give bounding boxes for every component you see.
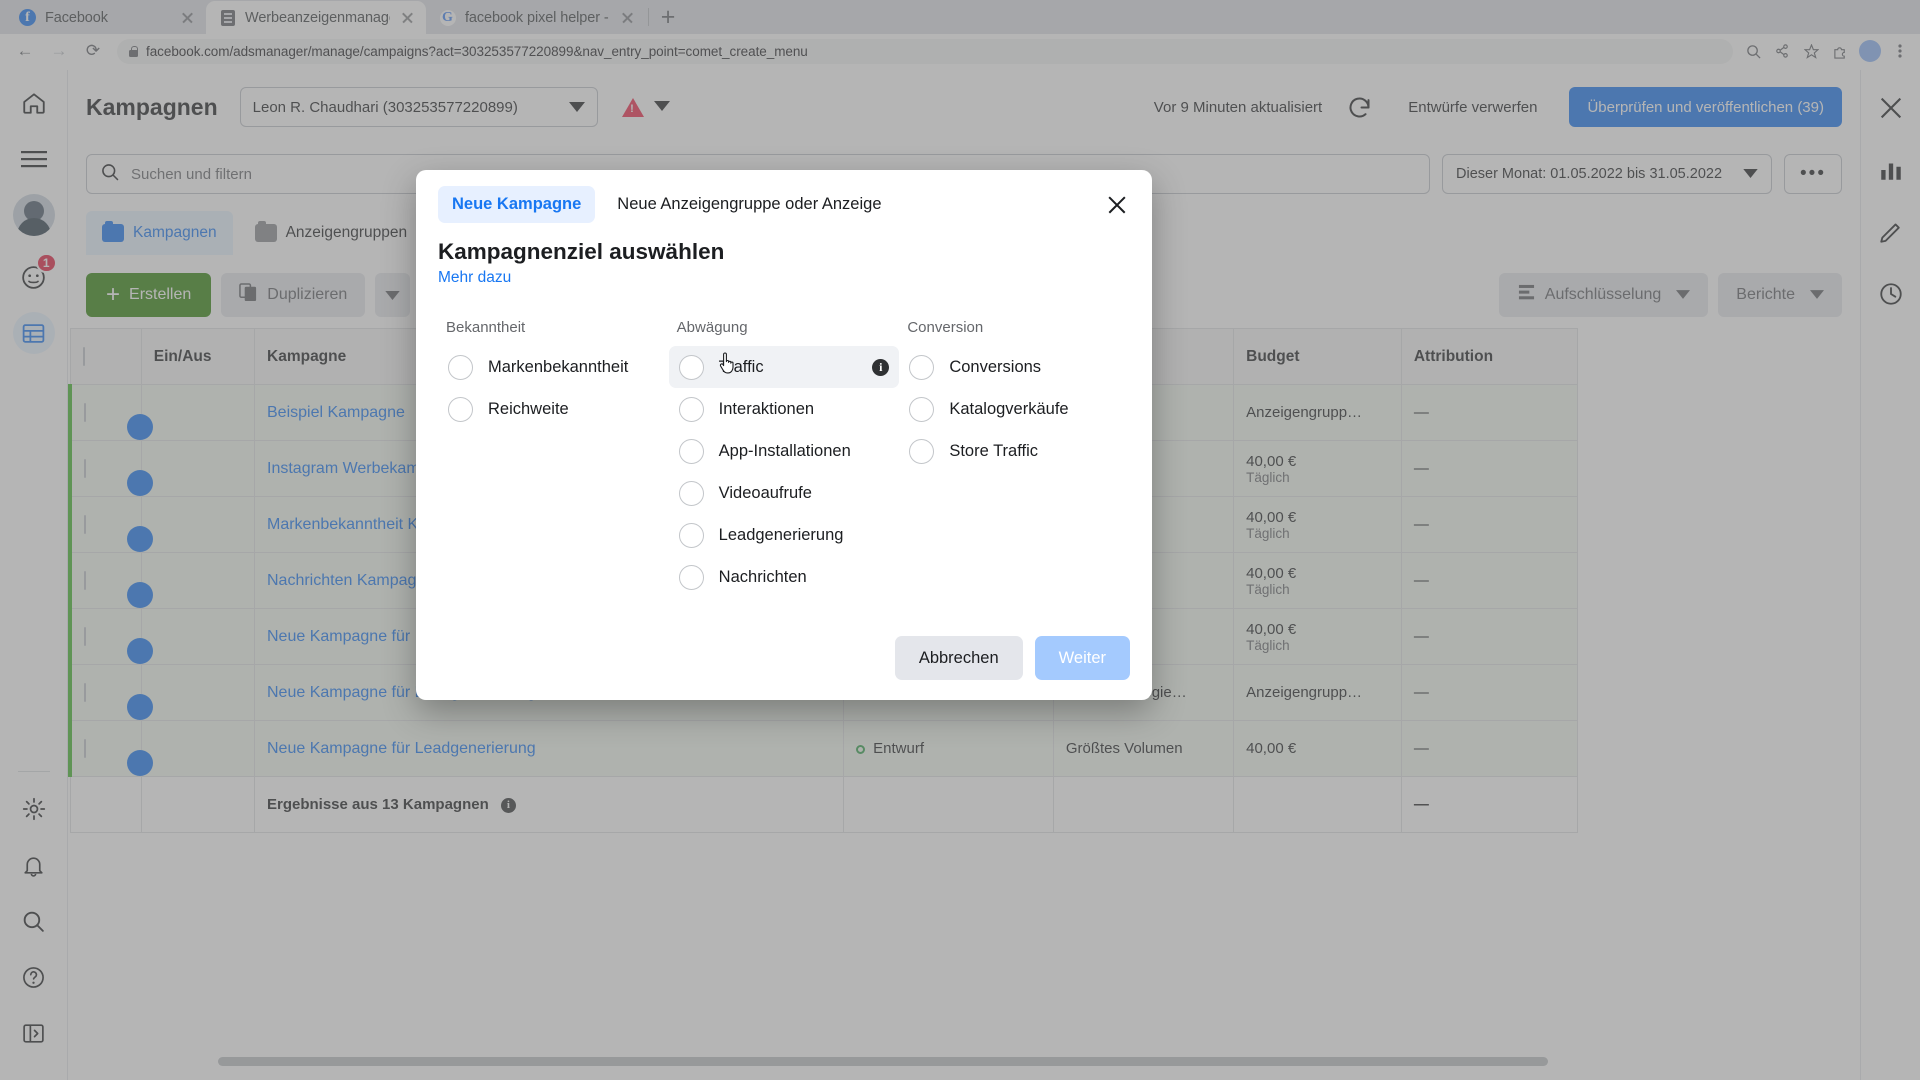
objective-column-consideration: Abwägung Traffic i Interaktionen App-Ins… — [668, 319, 900, 598]
browser-window: f Facebook Werbeanzeigenmanager - Wer G … — [0, 0, 1920, 1080]
option-label: Videoaufrufe — [718, 483, 812, 502]
objective-option-reach[interactable]: Reichweite — [438, 388, 669, 430]
option-label: Reichweite — [488, 399, 569, 418]
radio-button[interactable] — [909, 438, 935, 464]
objective-option-video-views[interactable]: Videoaufrufe — [669, 472, 900, 514]
learn-more-link[interactable]: Mehr dazu — [438, 269, 1130, 287]
column-title: Conversion — [907, 319, 984, 336]
column-title: Bekanntheit — [446, 319, 526, 336]
tab-new-adset-or-ad[interactable]: Neue Anzeigengruppe oder Anzeige — [603, 186, 895, 223]
radio-button[interactable] — [678, 480, 704, 506]
option-label: Nachrichten — [718, 567, 807, 586]
dialog-footer: Abbrechen Weiter — [894, 636, 1130, 680]
radio-button[interactable] — [448, 396, 473, 422]
objective-column-awareness: Bekanntheit Markenbekanntheit Reichweite — [438, 319, 669, 598]
objective-option-conversions[interactable]: Conversions — [899, 346, 1130, 388]
objective-option-brand-awareness[interactable]: Markenbekanntheit — [438, 346, 669, 388]
option-label: Traffic — [718, 357, 764, 376]
option-label: Interaktionen — [718, 399, 815, 418]
option-label: Conversions — [949, 357, 1042, 376]
objective-option-lead-generation[interactable]: Leadgenerierung — [669, 514, 900, 556]
objective-option-engagement[interactable]: Interaktionen — [669, 388, 900, 430]
option-label: App-Installationen — [718, 441, 851, 460]
option-label: Store Traffic — [949, 441, 1038, 460]
objective-option-traffic[interactable]: Traffic i — [668, 346, 900, 388]
dialog-tabs: Neue Kampagne Neue Anzeigengruppe oder A… — [416, 170, 1152, 227]
campaign-objective-dialog: Neue Kampagne Neue Anzeigengruppe oder A… — [416, 170, 1152, 700]
option-label: Leadgenerierung — [718, 525, 844, 544]
objective-columns: Bekanntheit Markenbekanntheit Reichweite… — [438, 319, 1130, 598]
cancel-button[interactable]: Abbrechen — [894, 636, 1023, 680]
column-title: Abwägung — [676, 319, 748, 336]
dialog-body: Kampagnenziel auswählen Mehr dazu Bekann… — [416, 227, 1152, 598]
radio-button[interactable] — [678, 564, 704, 590]
radio-button[interactable] — [909, 354, 935, 380]
option-label: Markenbekanntheit — [488, 357, 629, 376]
objective-column-conversion: Conversion Conversions Katalogverkäufe S… — [899, 319, 1130, 598]
objective-option-store-traffic[interactable]: Store Traffic — [899, 430, 1130, 472]
next-button[interactable]: Weiter — [1034, 636, 1130, 680]
radio-button[interactable] — [678, 438, 704, 464]
tab-new-campaign[interactable]: Neue Kampagne — [438, 186, 596, 223]
radio-button[interactable] — [909, 396, 935, 422]
close-icon[interactable] — [1102, 190, 1132, 220]
radio-button[interactable] — [448, 354, 473, 380]
info-icon[interactable]: i — [872, 358, 890, 376]
option-label: Katalogverkäufe — [949, 399, 1069, 418]
objective-option-app-installs[interactable]: App-Installationen — [669, 430, 900, 472]
radio-button[interactable] — [678, 522, 704, 548]
radio-button[interactable] — [678, 396, 704, 422]
dialog-heading: Kampagnenziel auswählen — [438, 239, 725, 264]
objective-option-messages[interactable]: Nachrichten — [669, 556, 900, 598]
radio-button[interactable] — [678, 354, 704, 380]
objective-option-catalog-sales[interactable]: Katalogverkäufe — [899, 388, 1130, 430]
